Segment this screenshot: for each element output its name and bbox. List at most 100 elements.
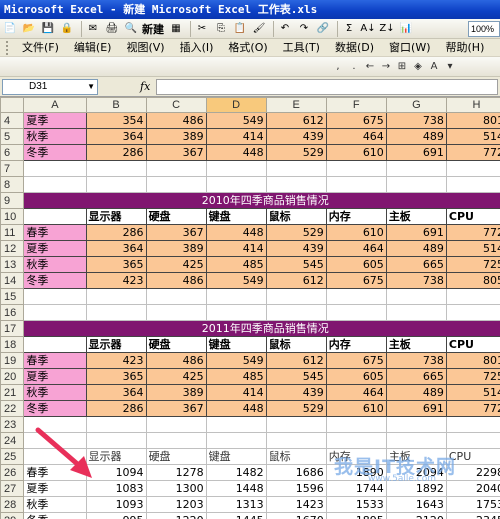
empty-cell[interactable] <box>385 432 447 449</box>
value-cell[interactable]: 675 <box>325 112 387 129</box>
value-cell[interactable]: 464 <box>325 128 387 145</box>
value-cell[interactable]: 1423 <box>265 496 327 513</box>
value-cell[interactable]: 545 <box>265 368 327 385</box>
format-button[interactable]: ◈ <box>410 60 426 74</box>
value-cell[interactable]: 549 <box>205 272 267 289</box>
toolbar-grip[interactable] <box>6 40 12 55</box>
value-cell[interactable]: 2345 <box>445 512 500 519</box>
value-cell[interactable]: 389 <box>145 128 207 145</box>
empty-cell[interactable] <box>445 176 500 193</box>
column-header[interactable]: H <box>445 97 500 113</box>
column-label[interactable]: 硬盘 <box>145 208 207 225</box>
value-cell[interactable]: 1753 <box>445 496 500 513</box>
formula-input[interactable] <box>156 79 498 95</box>
value-cell[interactable]: 1220 <box>145 512 207 519</box>
value-cell[interactable]: 675 <box>325 272 387 289</box>
empty-cell[interactable] <box>205 304 267 321</box>
hyperlink-icon[interactable]: 🔗 <box>315 21 331 37</box>
empty-cell[interactable] <box>23 432 87 449</box>
column-label[interactable]: CPU <box>445 448 500 465</box>
value-cell[interactable]: 725 <box>445 256 500 273</box>
value-cell[interactable]: 1670 <box>265 512 327 519</box>
column-header[interactable]: G <box>385 97 447 113</box>
season-cell[interactable]: 夏季 <box>23 368 87 385</box>
column-header[interactable]: E <box>265 97 327 113</box>
value-cell[interactable]: 549 <box>205 112 267 129</box>
row-header[interactable]: 14 <box>0 272 25 289</box>
empty-cell[interactable] <box>205 432 267 449</box>
value-cell[interactable]: 485 <box>205 256 267 273</box>
value-cell[interactable]: 364 <box>85 240 147 257</box>
value-cell[interactable]: 364 <box>85 128 147 145</box>
value-cell[interactable]: 610 <box>325 400 387 417</box>
menu-item[interactable]: 帮助(H) <box>440 39 494 57</box>
empty-cell[interactable] <box>145 288 207 305</box>
empty-cell[interactable] <box>265 432 327 449</box>
column-label[interactable]: 主板 <box>385 448 447 465</box>
empty-cell[interactable] <box>445 160 500 177</box>
menu-item[interactable]: 工具(T) <box>277 39 329 57</box>
value-cell[interactable]: 367 <box>145 224 207 241</box>
row-header[interactable]: 21 <box>0 384 25 401</box>
row-header[interactable]: 23 <box>0 416 25 433</box>
empty-cell[interactable] <box>265 288 327 305</box>
empty-cell[interactable] <box>23 336 87 353</box>
open-icon[interactable]: 📂 <box>21 21 37 37</box>
season-cell[interactable]: 夏季 <box>23 480 87 497</box>
value-cell[interactable]: 691 <box>385 224 447 241</box>
value-cell[interactable]: 1892 <box>385 480 447 497</box>
empty-cell[interactable] <box>23 288 87 305</box>
column-header[interactable]: D <box>205 97 267 113</box>
value-cell[interactable]: 486 <box>145 272 207 289</box>
value-cell[interactable]: 1482 <box>205 464 267 481</box>
value-cell[interactable]: 389 <box>145 384 207 401</box>
value-cell[interactable]: 691 <box>385 144 447 161</box>
value-cell[interactable]: 772 <box>445 224 500 241</box>
value-cell[interactable]: 772 <box>445 400 500 417</box>
value-cell[interactable]: 545 <box>265 256 327 273</box>
format-button[interactable]: ▾ <box>442 60 458 74</box>
value-cell[interactable]: 485 <box>205 368 267 385</box>
value-cell[interactable]: 448 <box>205 144 267 161</box>
value-cell[interactable]: 489 <box>385 240 447 257</box>
value-cell[interactable]: 605 <box>325 368 387 385</box>
value-cell[interactable]: 439 <box>265 240 327 257</box>
print-icon[interactable]: 🖨 <box>104 21 120 37</box>
value-cell[interactable]: 414 <box>205 128 267 145</box>
row-header[interactable]: 15 <box>0 288 25 305</box>
empty-cell[interactable] <box>23 208 87 225</box>
value-cell[interactable]: 1203 <box>145 496 207 513</box>
value-cell[interactable]: 665 <box>385 256 447 273</box>
column-label[interactable]: 主板 <box>385 208 447 225</box>
value-cell[interactable]: 1596 <box>265 480 327 497</box>
value-cell[interactable]: 439 <box>265 128 327 145</box>
value-cell[interactable]: 365 <box>85 256 147 273</box>
format-button[interactable]: ⊞ <box>394 60 410 74</box>
value-cell[interactable]: 738 <box>385 112 447 129</box>
value-cell[interactable]: 286 <box>85 400 147 417</box>
zoom-select[interactable]: 100% <box>468 20 500 37</box>
format-button[interactable]: . <box>346 60 362 74</box>
empty-cell[interactable] <box>85 416 147 433</box>
undo-icon[interactable]: ↶ <box>277 21 293 37</box>
empty-cell[interactable] <box>445 288 500 305</box>
empty-cell[interactable] <box>145 416 207 433</box>
empty-cell[interactable] <box>385 304 447 321</box>
season-cell[interactable]: 春季 <box>23 352 87 369</box>
chevron-down-icon[interactable]: ▼ <box>87 80 95 94</box>
empty-cell[interactable] <box>85 176 147 193</box>
menu-item[interactable]: 文件(F) <box>16 39 68 57</box>
row-header[interactable]: 13 <box>0 256 25 273</box>
row-header[interactable]: 9 <box>0 192 25 209</box>
value-cell[interactable]: 675 <box>325 352 387 369</box>
value-cell[interactable]: 414 <box>205 384 267 401</box>
column-label[interactable]: 鼠标 <box>265 336 327 353</box>
row-header[interactable]: 7 <box>0 160 25 177</box>
empty-cell[interactable] <box>205 176 267 193</box>
value-cell[interactable]: 1094 <box>85 464 147 481</box>
chart-icon[interactable]: 📊 <box>398 21 414 37</box>
column-label[interactable]: 显示器 <box>85 208 147 225</box>
empty-cell[interactable] <box>265 416 327 433</box>
menu-item[interactable]: 数据(D) <box>329 39 383 57</box>
row-header[interactable]: 11 <box>0 224 25 241</box>
